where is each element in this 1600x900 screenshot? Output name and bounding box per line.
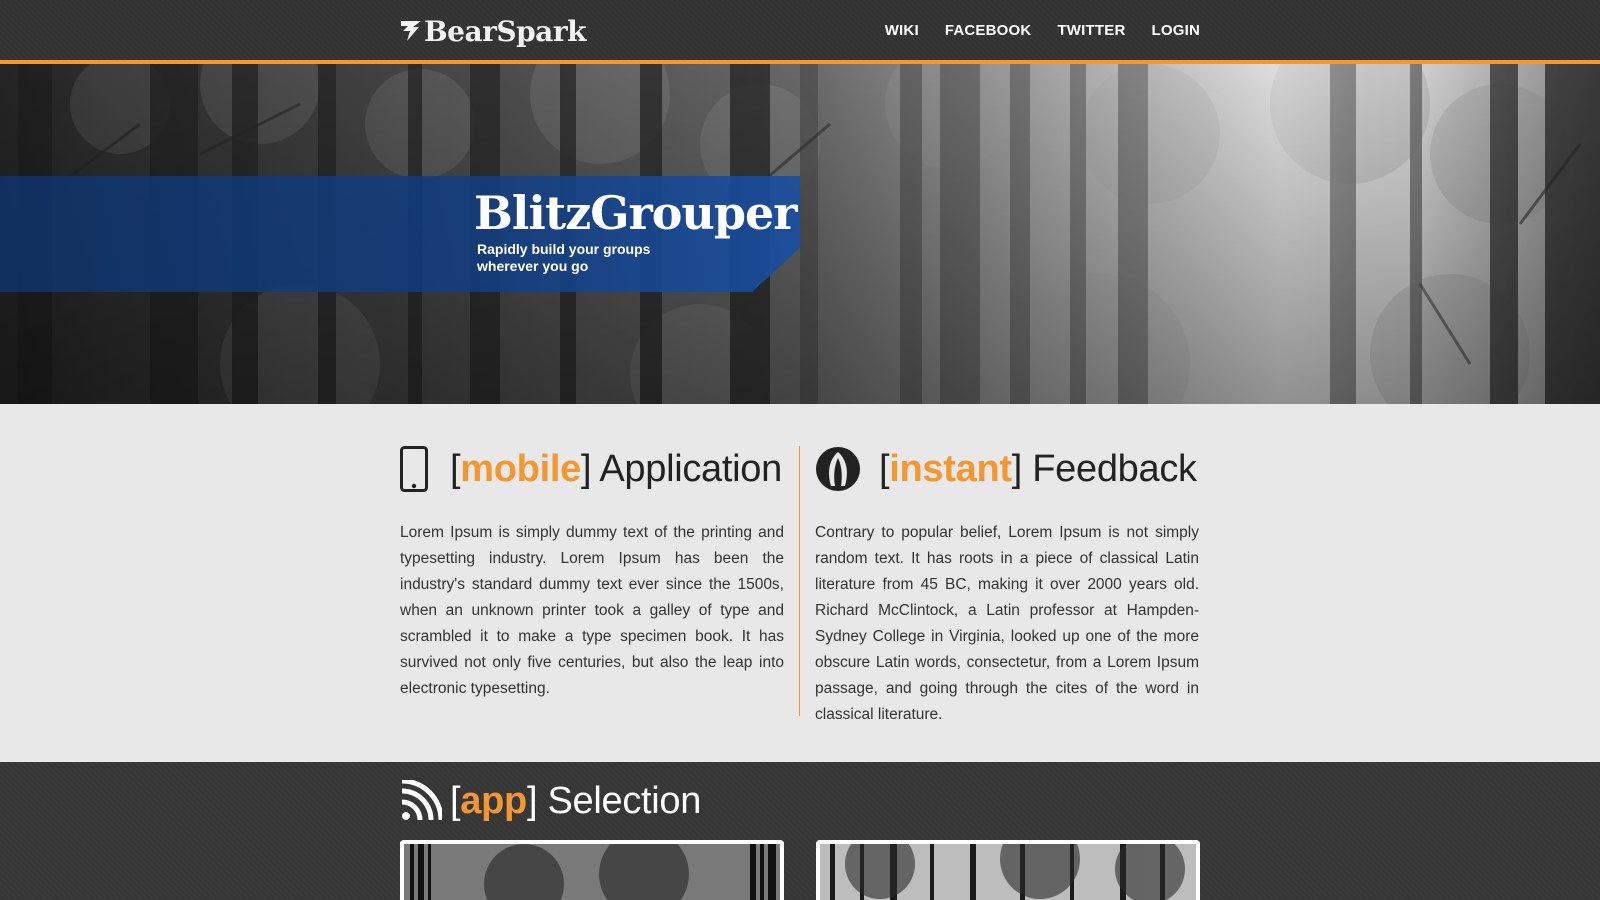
feature-title-accent: instant xyxy=(889,447,1012,490)
features-section: [mobile] Application Lorem Ipsum is simp… xyxy=(0,404,1600,762)
app-thumbnail[interactable] xyxy=(816,840,1200,900)
app-thumbnail[interactable] xyxy=(400,840,784,900)
main-nav: WIKI FACEBOOK TWITTER LOGIN xyxy=(885,0,1200,60)
nav-link-facebook[interactable]: FACEBOOK xyxy=(945,22,1032,39)
nav-link-login[interactable]: LOGIN xyxy=(1152,22,1201,39)
brand-logo[interactable]: BearSpark xyxy=(400,14,586,48)
feature-title-accent: mobile xyxy=(460,447,581,490)
app-selection-title: [app] Selection xyxy=(450,779,702,822)
app-selection-heading: [app] Selection xyxy=(400,778,702,822)
smartphone-icon xyxy=(400,445,450,493)
hero-banner: BlitzGrouper Rapidly build your groups w… xyxy=(0,64,1600,404)
app-selection-title-accent: app xyxy=(460,779,527,822)
feature-title: [mobile] Application xyxy=(450,447,782,490)
feature-description: Contrary to popular belief, Lorem Ipsum … xyxy=(815,524,1199,723)
app-thumbnail-image xyxy=(404,844,780,900)
feature-mobile-application: [mobile] Application Lorem Ipsum is simp… xyxy=(400,444,784,702)
hero-title: BlitzGrouper xyxy=(474,186,798,240)
bolt-logo-icon xyxy=(401,21,421,41)
feature-title: [instant] Feedback xyxy=(879,447,1197,490)
hero-tagline: Rapidly build your groups wherever you g… xyxy=(477,241,651,274)
wifi-signal-icon xyxy=(400,778,450,822)
nav-link-wiki[interactable]: WIKI xyxy=(885,22,919,39)
column-divider xyxy=(799,446,800,716)
feature-heading: [instant] Feedback xyxy=(815,444,1199,494)
app-selection-section: [app] Selection xyxy=(0,762,1600,900)
brand-name: BearSpark xyxy=(424,14,586,48)
feature-heading: [mobile] Application xyxy=(400,444,784,494)
feature-description: Lorem Ipsum is simply dummy text of the … xyxy=(400,524,784,697)
app-thumbnail-image xyxy=(820,844,1196,900)
top-navigation-bar: BearSpark WIKI FACEBOOK TWITTER LOGIN xyxy=(0,0,1600,60)
feature-instant-feedback: [instant] Feedback Contrary to popular b… xyxy=(815,444,1199,728)
nav-link-twitter[interactable]: TWITTER xyxy=(1057,22,1125,39)
rocket-icon xyxy=(815,445,879,493)
